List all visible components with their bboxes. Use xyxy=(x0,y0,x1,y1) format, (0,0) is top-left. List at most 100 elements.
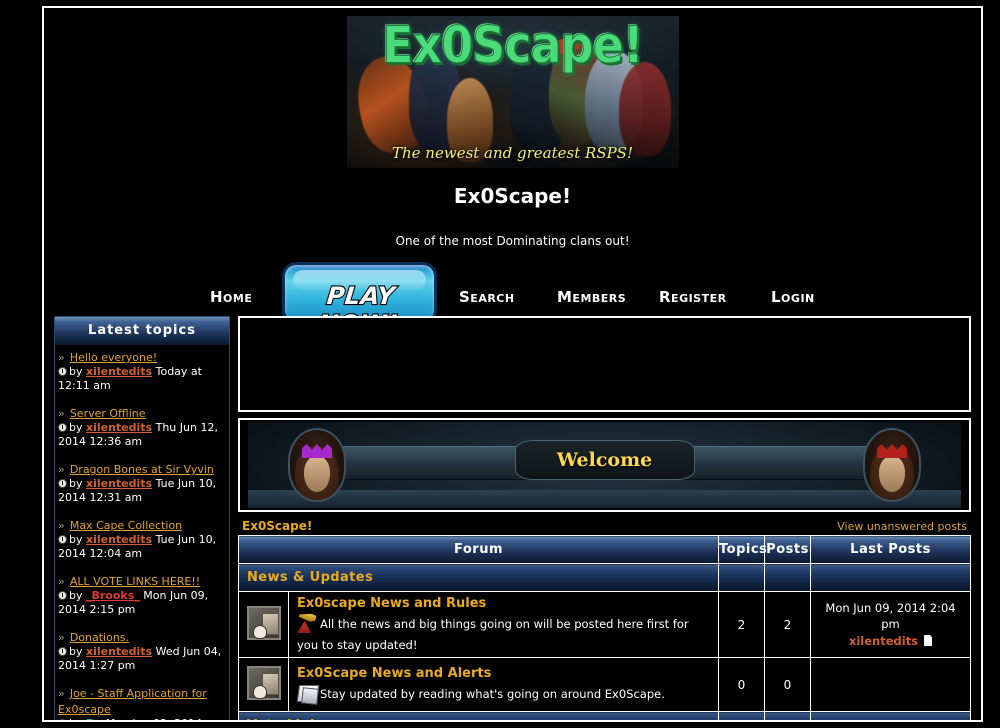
shield-skull-icon xyxy=(246,605,281,640)
bullet-icon: » xyxy=(58,687,65,700)
category-name[interactable]: News & Updates xyxy=(238,563,719,592)
site-description: One of the most Dominating clans out! xyxy=(395,234,630,248)
crown-icon xyxy=(302,444,332,458)
category-row: Vote Links xyxy=(238,711,971,720)
latest-topics-list: » Hello everyone! by xilentedits Today a… xyxy=(55,345,229,720)
topic-link[interactable]: Hello everyone! xyxy=(70,351,157,364)
horn-icon xyxy=(297,612,319,634)
forum-posts-count: 2 xyxy=(764,591,811,658)
latest-topics-box: Latest topics » Hello everyone! by xilen… xyxy=(54,316,230,720)
welcome-banner: Welcome xyxy=(248,422,961,508)
forum-last-post-cell xyxy=(810,657,971,712)
nav-item-register[interactable]: Register xyxy=(659,288,727,306)
list-item: » Dragon Bones at Sir Vyvin by xilentedi… xyxy=(58,461,226,505)
main-area: Latest topics » Hello everyone! by xilen… xyxy=(44,316,981,720)
topic-author[interactable]: xilentedits xyxy=(86,421,152,434)
list-item: » Hello everyone! by xilentedits Today a… xyxy=(58,349,226,393)
topic-date: Mon Jun 02, 2014 xyxy=(106,717,202,720)
welcome-plate: Welcome xyxy=(514,440,695,480)
page-root: Ex0Scape! The newest and greatest RSPS! … xyxy=(0,0,1000,728)
bullet-icon: » xyxy=(58,519,65,532)
site-frame: Ex0Scape! The newest and greatest RSPS! … xyxy=(42,6,983,722)
top-banner-box xyxy=(238,316,971,412)
banner-floor xyxy=(248,490,961,508)
category-spacer xyxy=(718,711,765,720)
last-post-author[interactable]: xilentedits xyxy=(849,634,918,648)
category-spacer xyxy=(764,711,811,720)
sidebar: Latest topics » Hello everyone! by xilen… xyxy=(54,316,230,720)
content-column: Welcome Ex0Scape! View unanswered posts … xyxy=(238,316,971,720)
topic-link[interactable]: Joe - Staff Application for Ex0scape xyxy=(58,687,207,716)
topic-meta: by xilentedits Thu Jun 12, 2014 12:36 am xyxy=(58,421,226,449)
breadcrumb-home-link[interactable]: Ex0Scape! xyxy=(242,519,312,533)
forum-link[interactable]: Ex0Scape News and Alerts xyxy=(297,666,712,681)
page-title: Ex0Scape! xyxy=(453,184,572,208)
book-icon xyxy=(297,682,319,704)
topic-link[interactable]: ALL VOTE LINKS HERE!! xyxy=(70,575,200,588)
table-row: Ex0Scape News and Alerts Stay updated by… xyxy=(238,657,971,712)
topic-link[interactable]: Dragon Bones at Sir Vyvin xyxy=(70,463,214,476)
topic-author[interactable]: _Brooks_ xyxy=(86,589,140,602)
forum-link[interactable]: Ex0scape News and Rules xyxy=(297,596,712,611)
clock-icon xyxy=(58,367,67,376)
goto-last-post-icon[interactable] xyxy=(924,635,933,646)
latest-topics-title: Latest topics xyxy=(55,317,229,345)
category-spacer xyxy=(764,563,811,592)
clock-icon xyxy=(58,535,67,544)
topic-author[interactable]: xilentedits xyxy=(86,645,152,658)
column-header-topics: Topics xyxy=(718,535,767,564)
by-label: by xyxy=(69,421,83,434)
topic-meta: by xilentedits Tue Jun 10, 2014 12:31 am xyxy=(58,477,226,505)
view-unanswered-posts-link[interactable]: View unanswered posts xyxy=(837,520,967,533)
forum-topics-count: 0 xyxy=(718,657,765,712)
forum-table: Forum Topics Posts Last Posts News & Upd… xyxy=(238,535,971,720)
breadcrumb: Ex0Scape! View unanswered posts xyxy=(238,518,971,535)
main-navigation: Home Search Members Register Login PLAY … xyxy=(44,262,981,339)
list-item: » Joe - Staff Application for Ex0scape b… xyxy=(58,685,226,720)
topic-author[interactable]: xilentedits xyxy=(86,477,152,490)
forum-description: Stay updated by reading what's going on … xyxy=(297,687,665,701)
forum-description-text: Stay updated by reading what's going on … xyxy=(320,686,665,701)
welcome-banner-box: Welcome xyxy=(238,418,971,512)
topic-author[interactable]: xilentedits xyxy=(86,533,152,546)
shield-skull-icon xyxy=(246,665,281,700)
nav-item-home[interactable]: Home xyxy=(210,288,252,306)
by-label: by xyxy=(69,477,83,490)
avatar-face xyxy=(879,456,905,492)
nav-item-search[interactable]: Search xyxy=(459,288,515,306)
topic-author[interactable]: xilentedits xyxy=(86,365,152,378)
forum-posts-count: 0 xyxy=(764,657,811,712)
forum-info-cell: Ex0scape News and Rules All the news and… xyxy=(288,591,719,658)
forum-last-post-cell: Mon Jun 09, 2014 2:04 pm xilentedits xyxy=(810,591,971,658)
forum-icon-cell xyxy=(238,591,289,658)
topic-meta: by xilentedits Today at 12:11 am xyxy=(58,365,226,393)
topic-link[interactable]: Server Offline xyxy=(70,407,146,420)
avatar-face xyxy=(304,456,330,492)
bullet-icon: » xyxy=(58,631,65,644)
nav-item-login[interactable]: Login xyxy=(771,288,815,306)
clock-icon xyxy=(58,423,67,432)
bullet-icon: » xyxy=(58,463,65,476)
by-label: by xyxy=(69,717,83,720)
nav-item-members[interactable]: Members xyxy=(557,288,626,306)
clock-icon xyxy=(58,719,67,720)
clock-icon xyxy=(58,591,67,600)
by-label: by xyxy=(69,533,83,546)
forum-icon-cell xyxy=(238,657,289,712)
list-item: » Max Cape Collection by xilentedits Tue… xyxy=(58,517,226,561)
logo-wordmark: Ex0Scape! xyxy=(382,16,645,75)
by-label: by xyxy=(69,645,83,658)
topic-link[interactable]: Donations. xyxy=(70,631,129,644)
category-spacer xyxy=(810,711,971,720)
topic-author[interactable]: Dx xyxy=(86,717,102,720)
column-header-last-posts: Last Posts xyxy=(810,535,971,564)
category-name[interactable]: Vote Links xyxy=(238,711,719,720)
topic-meta: by xilentedits Wed Jun 04, 2014 1:27 pm xyxy=(58,645,226,673)
column-header-posts: Posts xyxy=(764,535,811,564)
forum-description: All the news and big things going on wil… xyxy=(297,617,689,652)
list-item: » ALL VOTE LINKS HERE!! by _Brooks_ Mon … xyxy=(58,573,226,617)
topic-link[interactable]: Max Cape Collection xyxy=(70,519,182,532)
play-now-button[interactable]: PLAY NOW! xyxy=(282,262,437,339)
category-spacer xyxy=(810,563,971,592)
topic-meta: by xilentedits Tue Jun 10, 2014 12:04 am xyxy=(58,533,226,561)
